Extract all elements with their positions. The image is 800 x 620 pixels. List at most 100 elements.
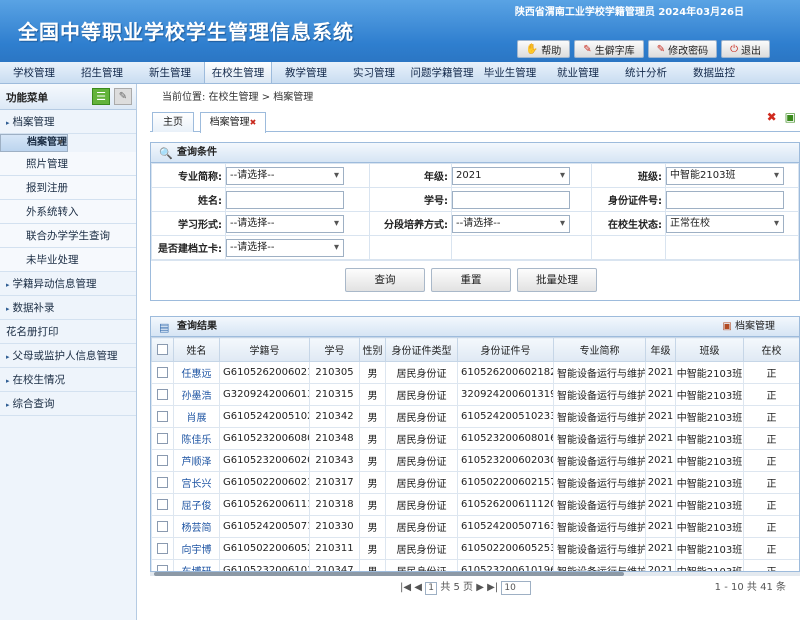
rare-chars-button[interactable]: ✎ 生僻字库: [574, 40, 644, 58]
sidebar-item[interactable]: ▸ 在校生情况: [0, 368, 136, 392]
row-checkbox[interactable]: [151, 493, 174, 516]
nav-current-students[interactable]: 在校生管理: [204, 62, 272, 83]
window-icon[interactable]: ▣: [785, 110, 796, 124]
card-select[interactable]: --请选择--: [226, 238, 344, 257]
nav-internship[interactable]: 实习管理: [340, 62, 408, 83]
column-header[interactable]: 学号: [309, 337, 360, 362]
nav-graduates[interactable]: 毕业生管理: [476, 62, 544, 83]
sidebar-item[interactable]: ▸ 数据补录: [0, 296, 136, 320]
column-header[interactable]: 年级: [645, 337, 676, 362]
sidebar-item[interactable]: ▸ 学籍异动信息管理: [0, 272, 136, 296]
nav-problem-records[interactable]: 问题学籍管理: [408, 62, 476, 83]
row-checkbox[interactable]: [151, 537, 174, 560]
table-row[interactable]: 车博研G61052320061019210347男居民身份证6105232006…: [151, 559, 799, 571]
table-row[interactable]: 宫长兴G61050220060215210317男居民身份证6105022006…: [151, 471, 799, 494]
table-row[interactable]: 芦顺泽G61052320060203210343男居民身份证6105232006…: [151, 449, 799, 472]
first-page-icon[interactable]: |◀: [400, 582, 411, 593]
student-name-link[interactable]: 芦顺泽: [173, 449, 220, 472]
sidebar-item[interactable]: 报到注册: [0, 176, 136, 200]
table-row[interactable]: 向宇博G61050220060525210311男居民身份证6105022006…: [151, 537, 799, 560]
row-checkbox[interactable]: [151, 471, 174, 494]
tab-archive-label: 档案管理: [209, 117, 250, 128]
student-name-link[interactable]: 陈佳乐: [173, 427, 220, 450]
sidebar-item[interactable]: 外系统转入: [0, 200, 136, 224]
column-header[interactable]: 学籍号: [219, 337, 310, 362]
last-page-icon[interactable]: ▶|: [487, 582, 498, 593]
id-input[interactable]: [666, 190, 784, 209]
status-select[interactable]: 正常在校: [666, 214, 784, 233]
column-header[interactable]: 专业简称: [553, 337, 646, 362]
select-all-checkbox[interactable]: [151, 337, 174, 362]
study-form-select[interactable]: --请选择--: [226, 214, 344, 233]
pin-icon[interactable]: ✎: [114, 88, 132, 105]
table-row[interactable]: 杨芸简G61052420050716210330男居民身份证6105242005…: [151, 515, 799, 538]
student-name-link[interactable]: 孙墨浩: [173, 383, 220, 406]
prev-page-icon[interactable]: ◀: [414, 582, 422, 593]
nav-freshmen[interactable]: 新生管理: [136, 62, 204, 83]
row-checkbox[interactable]: [151, 427, 174, 450]
reset-button[interactable]: 重置: [431, 268, 511, 292]
table-row[interactable]: 孙墨浩G32092420060131210315男居民身份证3209242006…: [151, 383, 799, 406]
student-name-link[interactable]: 屈子俊: [173, 493, 220, 516]
major-select[interactable]: --请选择--: [226, 166, 344, 185]
close-tab-icon[interactable]: ✖: [250, 118, 257, 127]
page-size-select[interactable]: 10: [501, 581, 532, 595]
student-name-link[interactable]: 车博研: [173, 559, 220, 571]
expand-arrow-icon: ▸: [6, 305, 10, 313]
batch-button[interactable]: 批量处理: [517, 268, 597, 292]
studno-input[interactable]: [452, 190, 570, 209]
change-password-button[interactable]: ✎ 修改密码: [647, 40, 718, 58]
row-checkbox[interactable]: [151, 383, 174, 406]
sidebar-item[interactable]: ▸ 档案管理: [0, 110, 136, 134]
table-row[interactable]: 屈子俊G61052620061112210318男居民身份证6105262006…: [151, 493, 799, 516]
sidebar-item[interactable]: 档案管理: [0, 134, 68, 152]
page-input[interactable]: 1: [425, 582, 438, 595]
column-header[interactable]: 在校: [743, 337, 799, 362]
student-name-link[interactable]: 任惠远: [173, 361, 220, 384]
row-checkbox[interactable]: [151, 361, 174, 384]
next-page-icon[interactable]: ▶: [476, 582, 484, 593]
nav-enrollment[interactable]: 招生管理: [68, 62, 136, 83]
student-name-link[interactable]: 杨芸简: [173, 515, 220, 538]
table-row[interactable]: 肖展G61052420051023210342男居民身份证61052420051…: [151, 405, 799, 428]
column-header[interactable]: 身份证件类型: [385, 337, 458, 362]
sidebar-item[interactable]: 联合办学学生查询: [0, 224, 136, 248]
search-button[interactable]: 查询: [345, 268, 425, 292]
column-header[interactable]: 身份证件号: [457, 337, 554, 362]
column-header[interactable]: 性别: [359, 337, 386, 362]
column-header[interactable]: 班级: [675, 337, 744, 362]
sidebar-item[interactable]: 照片管理: [0, 152, 136, 176]
nav-school[interactable]: 学校管理: [0, 62, 68, 83]
table-row[interactable]: 任惠远G61052620060218210305男居民身份证6105262006…: [151, 361, 799, 384]
table-cell: 居民身份证: [385, 361, 458, 384]
logout-button[interactable]: ⏻ 退出: [721, 40, 770, 58]
name-input[interactable]: [226, 190, 344, 209]
nav-statistics[interactable]: 统计分析: [612, 62, 680, 83]
sidebar-item[interactable]: 花名册打印: [0, 320, 136, 344]
grade-select[interactable]: 2021: [452, 166, 570, 185]
row-checkbox[interactable]: [151, 449, 174, 472]
student-name-link[interactable]: 肖展: [173, 405, 220, 428]
student-name-link[interactable]: 宫长兴: [173, 471, 220, 494]
student-name-link[interactable]: 向宇博: [173, 537, 220, 560]
stage-select[interactable]: --请选择--: [452, 214, 570, 233]
nav-employment[interactable]: 就业管理: [544, 62, 612, 83]
sidebar-item[interactable]: ▸ 父母或监护人信息管理: [0, 344, 136, 368]
tab-home[interactable]: 主页: [152, 112, 194, 132]
row-checkbox[interactable]: [151, 405, 174, 428]
help-button[interactable]: ✋ 帮助: [516, 40, 571, 58]
row-checkbox[interactable]: [151, 559, 174, 571]
archive-button[interactable]: ▣ 档案管理: [722, 317, 775, 337]
nav-teaching[interactable]: 教学管理: [272, 62, 340, 83]
class-select[interactable]: 中智能2103班: [666, 166, 784, 185]
row-checkbox[interactable]: [151, 515, 174, 538]
studno-label: 学号:: [369, 187, 452, 212]
close-all-icon[interactable]: ✖: [767, 110, 777, 124]
nav-monitoring[interactable]: 数据监控: [680, 62, 748, 83]
list-icon[interactable]: ☰: [92, 88, 110, 105]
tab-archive[interactable]: 档案管理✖: [200, 112, 266, 133]
column-header[interactable]: 姓名: [173, 337, 220, 362]
sidebar-item[interactable]: ▸ 综合查询: [0, 392, 136, 416]
table-row[interactable]: 陈佳乐G61052320060801210348男居民身份证6105232006…: [151, 427, 799, 450]
sidebar-item[interactable]: 未毕业处理: [0, 248, 136, 272]
